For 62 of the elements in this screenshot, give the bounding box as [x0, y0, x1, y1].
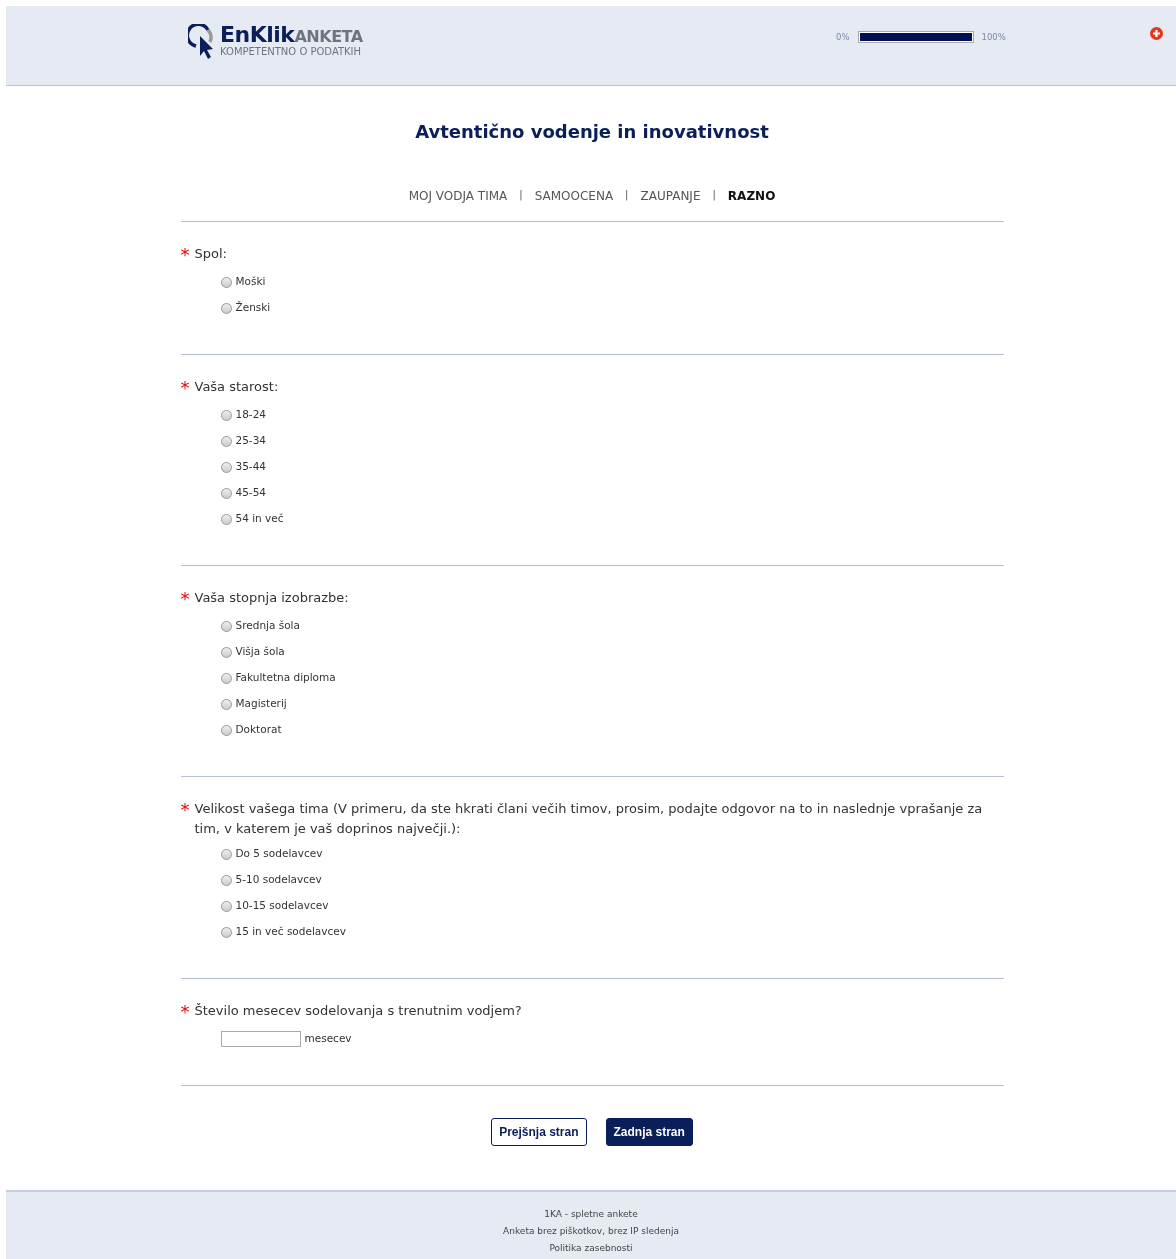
question-text: Spol: — [194, 245, 227, 263]
option-label: 5-10 sodelavcev — [235, 872, 322, 888]
radio-button[interactable] — [220, 620, 232, 632]
radio-button[interactable] — [220, 698, 232, 710]
nav-separator: | — [519, 188, 523, 203]
option-label: Doktorat — [235, 722, 282, 738]
option-label: Moški — [235, 274, 266, 290]
radio-button[interactable] — [220, 672, 232, 684]
question-text: Vaša starost: — [194, 378, 279, 396]
plus-icon[interactable] — [1150, 27, 1163, 40]
option-label: 15 in več sodelavcev — [235, 924, 346, 940]
nav-separator: | — [625, 188, 629, 203]
radio-button[interactable] — [220, 646, 232, 658]
option-label: Magisterij — [235, 696, 287, 712]
logo-text: EnKlikANKETA — [220, 24, 363, 46]
radio-button[interactable] — [220, 461, 232, 473]
radio-button[interactable] — [220, 435, 232, 447]
radio-button[interactable] — [220, 409, 232, 421]
radio-button[interactable] — [220, 848, 232, 860]
required-mark: * — [180, 799, 191, 822]
footer-link[interactable]: Politika zasebnosti — [549, 1243, 633, 1253]
question-text: Velikost vašega tima (V primeru, da ste hkrati člani večih timov, prosim, podajte odgovor na to in naslednje vprašanje za tim, v katerem je vaš doprinos največji.): — [194, 800, 984, 838]
unit-label: mesecev — [304, 1031, 352, 1047]
survey-title: Avtentično vodenje in inovativnost — [414, 120, 770, 144]
radio-button[interactable] — [220, 724, 232, 736]
option-label: 45-54 — [235, 485, 266, 501]
footer-text: 1KA - spletne ankete — [544, 1209, 638, 1219]
question-text: Število mesecev sodelovanja s trenutnim vodjem? — [194, 1002, 522, 1020]
option-label: Srednja šola — [235, 618, 300, 634]
required-mark: * — [180, 377, 191, 399]
nav-separator: | — [712, 188, 716, 203]
logo-tagline: KOMPETENTNO O PODATKIH — [220, 47, 363, 57]
required-mark: * — [180, 588, 191, 610]
option-label: 35-44 — [235, 459, 266, 475]
radio-button[interactable] — [220, 513, 232, 525]
number-input-field[interactable] — [220, 1031, 301, 1047]
radio-button[interactable] — [220, 900, 232, 912]
option-label: 10-15 sodelavcev — [235, 898, 329, 914]
progress-end-label: 100% — [981, 31, 1006, 44]
nav-tab[interactable]: ZAUPANJE — [640, 187, 701, 205]
option-label: 18-24 — [235, 407, 266, 423]
next-button[interactable]: Zadnja stran — [605, 1118, 693, 1146]
footer-link[interactable]: Anketa brez piškotkov, brez IP sledenja — [503, 1226, 679, 1236]
option-label: Do 5 sodelavcev — [235, 846, 323, 862]
nav-tab[interactable]: RAZNO — [727, 187, 776, 205]
radio-button[interactable] — [220, 874, 232, 886]
option-label: 54 in več — [235, 511, 284, 527]
radio-button[interactable] — [220, 926, 232, 938]
progress-start-label: 0% — [836, 31, 850, 44]
nav-tab[interactable]: SAMOOCENA — [534, 187, 614, 205]
nav-tab[interactable]: MOJ VODJA TIMA — [408, 187, 508, 205]
required-mark: * — [180, 1001, 191, 1023]
option-label: Ženski — [235, 300, 271, 316]
radio-button[interactable] — [220, 487, 232, 499]
option-label: Višja šola — [235, 644, 285, 660]
radio-button[interactable] — [220, 302, 232, 314]
option-label: 25-34 — [235, 433, 266, 449]
radio-button[interactable] — [220, 276, 232, 288]
back-button[interactable]: Prejšnja stran — [491, 1118, 587, 1146]
question-text: Vaša stopnja izobrazbe: — [194, 589, 349, 607]
required-mark: * — [180, 244, 191, 266]
option-label: Fakultetna diploma — [235, 670, 336, 686]
